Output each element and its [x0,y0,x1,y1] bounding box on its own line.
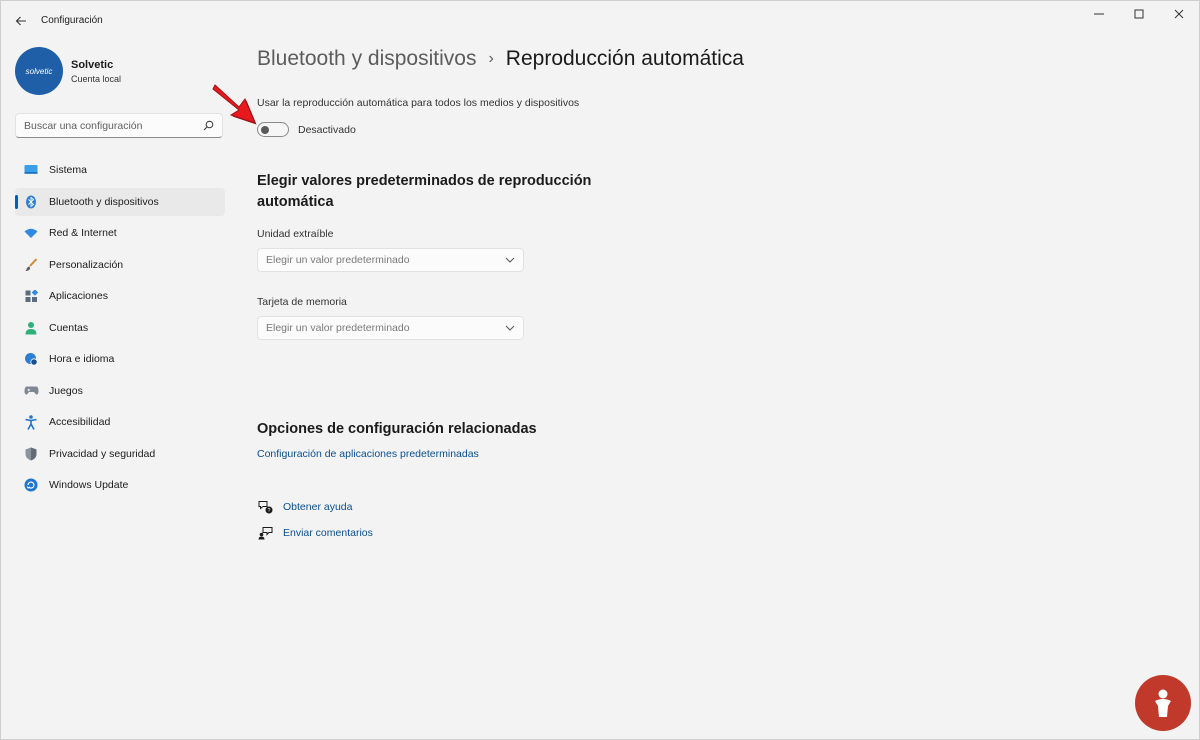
sidebar-item-label: Red & Internet [49,227,117,239]
chevron-down-icon [505,257,515,263]
autoplay-toggle-label: Usar la reproducción automática para tod… [257,97,580,109]
related-settings-title: Opciones de configuración relacionadas [257,421,537,437]
removable-drive-dropdown[interactable]: Elegir un valor predeterminado [257,248,524,272]
back-arrow-icon [15,16,26,26]
window-controls [1079,1,1199,27]
sidebar-item-label: Accesibilidad [49,416,111,428]
settings-window: Configuración solvetic Solvetic Cuenta l… [0,0,1200,740]
help-chat-icon: ? [257,499,273,515]
back-button[interactable] [9,9,33,33]
sidebar-item-label: Bluetooth y dispositivos [49,195,159,208]
sidebar-item-label: Sistema [49,164,87,176]
memory-card-dropdown[interactable]: Elegir un valor predeterminado [257,316,524,340]
sidebar-item-privacidad[interactable]: Privacidad y seguridad [15,440,225,468]
send-feedback-text: Enviar comentarios [283,527,373,539]
gamepad-icon [23,383,39,399]
breadcrumb: Bluetooth y dispositivos › Reproducción … [257,47,744,71]
sidebar-item-label: Personalización [49,258,124,271]
user-profile[interactable]: solvetic Solvetic Cuenta local [15,47,121,95]
get-help-text: Obtener ayuda [283,501,353,513]
title-bar: Configuración [1,1,1199,41]
app-title: Configuración [41,15,103,26]
globe-clock-icon [23,351,39,367]
sidebar-item-bluetooth[interactable]: Bluetooth y dispositivos [15,187,225,216]
wifi-icon [23,225,39,241]
profile-account-type: Cuenta local [71,73,122,84]
close-button[interactable] [1159,1,1199,27]
sidebar-item-cuentas[interactable]: Cuentas [15,314,225,342]
sidebar-item-label: Aplicaciones [49,290,108,302]
sidebar-item-sistema[interactable]: Sistema [15,156,225,184]
memory-card-label: Tarjeta de memoria [257,296,347,308]
chevron-down-icon [505,325,515,331]
sidebar-item-personalizacion[interactable]: Personalización [15,251,225,279]
sidebar-item-aplicaciones[interactable]: Aplicaciones [15,282,225,310]
feedback-icon [257,525,273,541]
accessibility-icon [23,414,39,430]
sidebar-item-label: Cuentas [49,321,89,334]
default-apps-link[interactable]: Configuración de aplicaciones predetermi… [257,448,479,460]
sidebar-item-windows-update[interactable]: Windows Update [15,471,225,499]
close-icon [1174,9,1184,19]
profile-name: Solvetic [71,58,114,71]
autoplay-toggle-state: Desactivado [298,124,356,136]
shield-icon [23,446,39,462]
figure-icon [1155,689,1171,717]
removable-drive-value: Elegir un valor predeterminado [266,254,410,266]
person-icon [23,320,39,336]
memory-card-value: Elegir un valor predeterminado [266,322,410,334]
monitor-icon [23,162,39,178]
watermark-logo [1135,675,1191,731]
search-input[interactable] [24,119,203,132]
brush-icon [23,257,39,273]
search-box[interactable] [15,113,223,138]
send-feedback-link[interactable]: Enviar comentarios [257,525,373,541]
minimize-button[interactable] [1079,1,1119,27]
defaults-section-title: Elegir valores predeterminados de reprod… [257,173,592,210]
sidebar-item-label: Juegos [49,384,83,397]
bluetooth-icon [23,194,39,210]
minimize-icon [1094,13,1104,15]
avatar: solvetic [15,47,63,95]
svg-text:?: ? [267,508,270,514]
sidebar-item-label: Privacidad y seguridad [49,447,156,460]
breadcrumb-parent-link[interactable]: Bluetooth y dispositivos [257,47,476,71]
profile-text: Solvetic Cuenta local [71,59,121,84]
maximize-icon [1134,9,1144,19]
sidebar-item-red-internet[interactable]: Red & Internet [15,219,225,247]
avatar-logo-text: solvetic [25,66,53,76]
sidebar-item-juegos[interactable]: Juegos [15,377,225,405]
sidebar-item-label: Windows Update [49,479,129,491]
apps-icon [23,288,39,304]
annotation-arrow-icon [212,84,257,125]
maximize-button[interactable] [1119,1,1159,27]
sidebar-item-label: Hora e idioma [49,353,115,365]
removable-drive-label: Unidad extraíble [257,228,334,240]
get-help-link[interactable]: ? Obtener ayuda [257,499,352,515]
breadcrumb-chevron-icon: › [488,50,494,67]
page-title: Reproducción automática [505,47,744,70]
update-icon [23,477,39,493]
sidebar-nav: Sistema Bluetooth y dispositivos Red & I… [15,156,225,503]
sidebar-item-accesibilidad[interactable]: Accesibilidad [15,408,225,436]
sidebar-item-hora-idioma[interactable]: Hora e idioma [15,345,225,373]
